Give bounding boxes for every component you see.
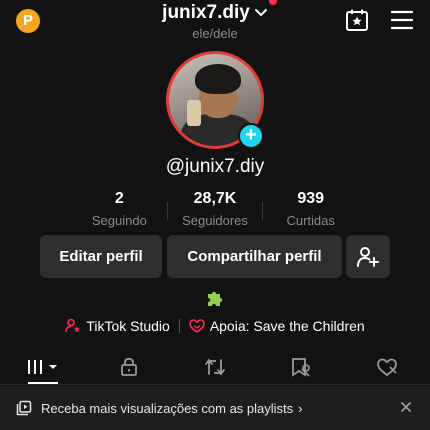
profile-links: TikTok Studio Apoia: Save the Children xyxy=(0,316,430,336)
bookmark-tag-icon xyxy=(292,358,310,377)
stat-value: 2 xyxy=(114,190,124,207)
profile-handle: @junix7.diy xyxy=(165,156,265,177)
stat-likes[interactable]: 939 Curtidas xyxy=(263,190,358,230)
close-icon[interactable] xyxy=(399,400,413,414)
stat-following[interactable]: 2 Seguindo xyxy=(72,190,167,230)
divider xyxy=(178,319,180,333)
avatar-hair xyxy=(195,64,241,94)
repost-icon xyxy=(205,358,225,376)
tiktok-studio-label: TikTok Studio xyxy=(86,318,170,334)
stat-followers[interactable]: 28,7K Seguidores xyxy=(168,190,263,230)
add-story-button[interactable]: + xyxy=(238,123,264,149)
banner-text[interactable]: Receba mais visualizações com as playlis… xyxy=(41,401,293,416)
calendar-star-icon[interactable] xyxy=(345,8,369,32)
liked-heart-icon xyxy=(377,358,397,377)
tab-videos[interactable] xyxy=(0,350,86,384)
avatar-phone xyxy=(187,100,201,126)
stat-label: Curtidas xyxy=(286,213,335,228)
stat-value: 28,7K xyxy=(193,190,237,207)
username[interactable]: junix7.diy xyxy=(162,2,250,24)
stats-row: 2 Seguindo 28,7K Seguidores 939 Curtidas xyxy=(72,190,358,230)
stat-label: Seguidores xyxy=(182,213,248,228)
profile-screen: P junix7.diy ele/dele + @junix7.diy 2 Se… xyxy=(0,0,430,430)
playlist-icon xyxy=(16,400,32,416)
banner-arrow[interactable]: › xyxy=(298,401,302,416)
user-star-icon xyxy=(65,318,81,333)
stat-value: 939 xyxy=(297,190,325,207)
tab-saved[interactable] xyxy=(258,350,344,384)
grid-icon xyxy=(28,360,57,374)
puzzle-icon[interactable] xyxy=(205,288,225,308)
stat-label: Seguindo xyxy=(91,213,147,228)
lock-icon xyxy=(121,357,137,376)
chevron-down-icon[interactable] xyxy=(254,6,268,20)
charity-link[interactable]: Apoia: Save the Children xyxy=(189,318,365,334)
tabs-divider xyxy=(0,384,430,385)
add-friend-button[interactable] xyxy=(346,235,390,278)
edit-profile-button[interactable]: Editar perfil xyxy=(40,235,162,278)
tiktok-studio-link[interactable]: TikTok Studio xyxy=(65,318,170,334)
tab-private[interactable] xyxy=(86,350,172,384)
tab-liked[interactable] xyxy=(344,350,430,384)
menu-icon[interactable] xyxy=(390,9,414,31)
add-user-icon xyxy=(357,246,379,267)
share-profile-button[interactable]: Compartilhar perfil xyxy=(167,235,342,278)
playlists-banner[interactable]: Receba mais visualizações com as playlis… xyxy=(0,386,430,430)
charity-label: Apoia: Save the Children xyxy=(209,318,365,334)
content-tabs xyxy=(0,350,430,384)
tab-reposts[interactable] xyxy=(172,350,258,384)
heart-hands-icon xyxy=(189,319,205,333)
avatar-container[interactable]: + xyxy=(166,51,264,149)
